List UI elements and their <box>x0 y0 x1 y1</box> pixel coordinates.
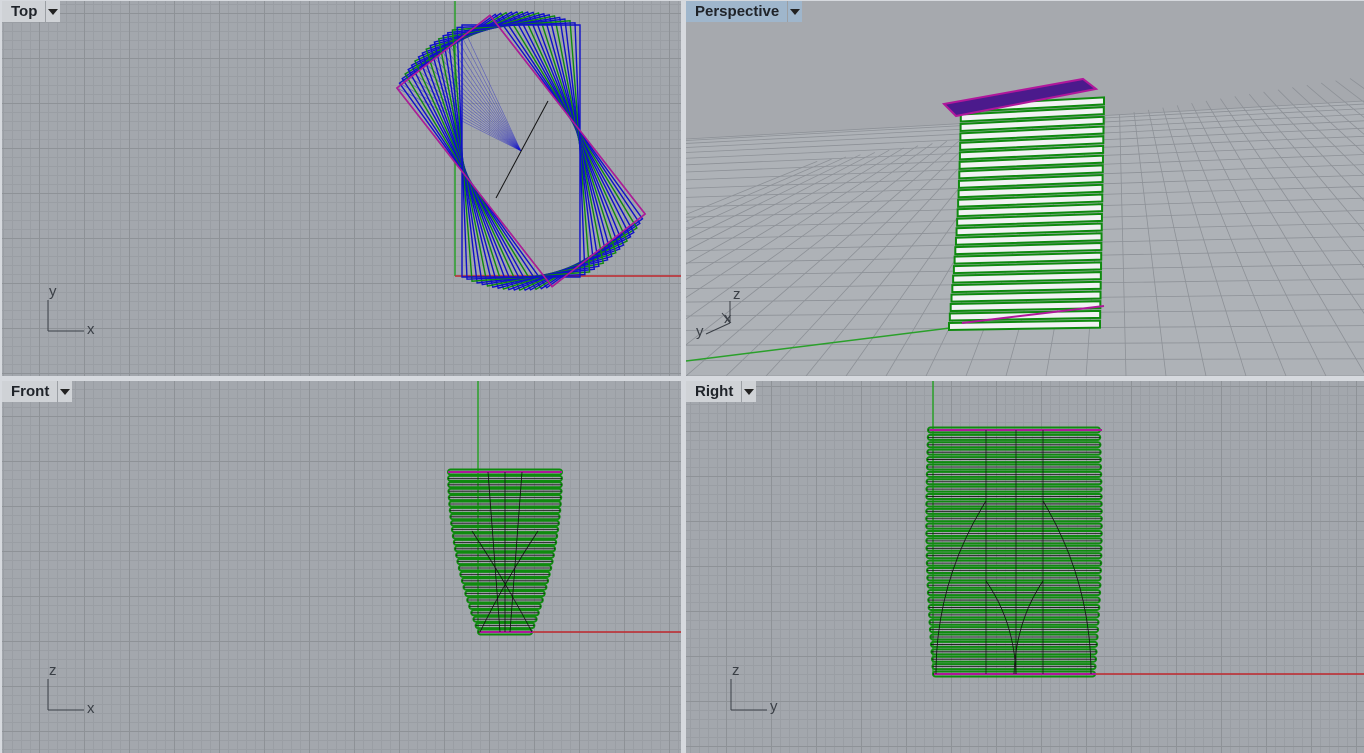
perspective-view-geometry: z x y <box>686 77 1364 376</box>
axis-gizmo: y x <box>47 283 95 338</box>
axis-label-z: z <box>49 662 57 679</box>
axis-label-y: y <box>49 283 57 300</box>
viewport-perspective[interactable]: Perspective z x y <box>686 1 1364 376</box>
viewport-tab-front[interactable]: Front <box>2 381 73 402</box>
chevron-down-icon[interactable] <box>788 1 803 22</box>
right-view-geometry: z y <box>730 381 1364 715</box>
chevron-down-icon[interactable] <box>742 381 757 402</box>
viewport-front[interactable]: Front z x <box>2 381 681 753</box>
contour-stack <box>447 468 563 636</box>
front-view-geometry: z x <box>47 381 681 717</box>
viewport-tab-right[interactable]: Right <box>686 381 757 402</box>
top-view-geometry: y x <box>47 1 681 338</box>
axis-label-y: y <box>770 698 778 715</box>
axis-label-z: z <box>732 662 740 679</box>
viewport-tab-perspective[interactable]: Perspective <box>686 1 803 22</box>
axis-label-x: x <box>87 700 95 717</box>
viewport-title: Top <box>2 1 47 22</box>
viewport-title: Right <box>686 381 743 402</box>
contour-stack <box>925 426 1103 678</box>
viewport-top[interactable]: Top y x <box>2 1 681 376</box>
axis-label-z: z <box>733 286 741 303</box>
viewport-tab-top[interactable]: Top <box>2 1 61 22</box>
axis-gizmo: z x <box>47 662 95 717</box>
chevron-down-icon[interactable] <box>46 1 61 22</box>
chevron-down-icon[interactable] <box>58 381 73 402</box>
axis-label-x: x <box>724 310 732 327</box>
axis-label-y: y <box>696 323 704 340</box>
viewport-title: Front <box>2 381 59 402</box>
axis-gizmo: z y <box>730 662 778 715</box>
axis-label-x: x <box>87 321 95 338</box>
viewport-right[interactable]: Right z y <box>686 381 1364 753</box>
viewport-title: Perspective <box>686 1 789 22</box>
